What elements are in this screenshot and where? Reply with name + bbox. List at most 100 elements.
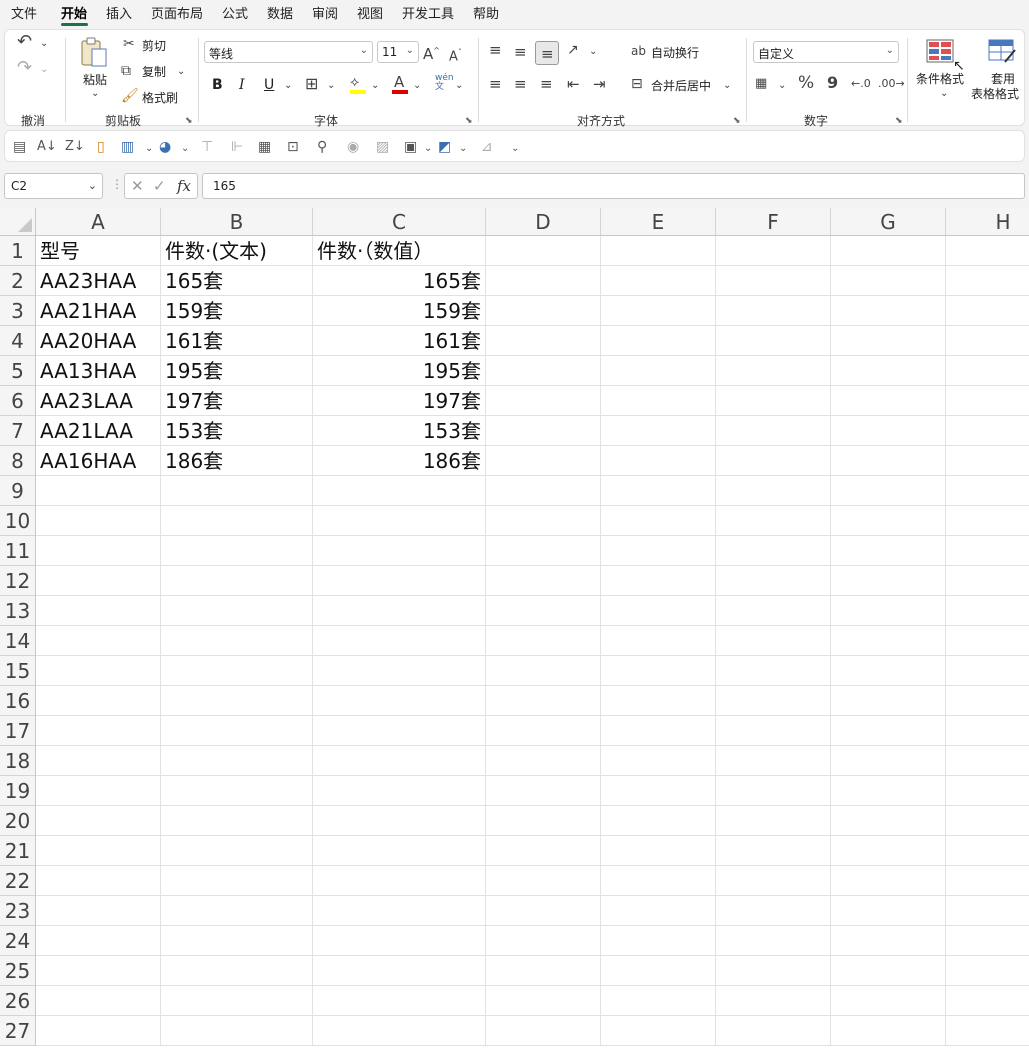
increase-indent-icon[interactable]: ⇥ bbox=[593, 76, 606, 92]
row-header[interactable]: 4 bbox=[0, 326, 36, 356]
cell-a3[interactable]: AA21HAA bbox=[36, 296, 161, 326]
cell-d27[interactable] bbox=[486, 1016, 601, 1046]
cell-h7[interactable] bbox=[946, 416, 1029, 446]
cell-e10[interactable] bbox=[601, 506, 716, 536]
paste-dropdown-icon[interactable]: ⌄ bbox=[91, 86, 99, 102]
cut-button[interactable]: 剪切 bbox=[142, 37, 166, 54]
row-header[interactable]: 24 bbox=[0, 926, 36, 956]
cell-e18[interactable] bbox=[601, 746, 716, 776]
cell-g9[interactable] bbox=[831, 476, 946, 506]
cell-b21[interactable] bbox=[161, 836, 313, 866]
cell-f16[interactable] bbox=[716, 686, 831, 716]
cell-b26[interactable] bbox=[161, 986, 313, 1016]
menu-page-layout[interactable]: 页面布局 bbox=[151, 3, 203, 22]
cell-h19[interactable] bbox=[946, 776, 1029, 806]
merge-center-icon[interactable]: ⊟ bbox=[631, 76, 643, 92]
shapes-dropdown-icon[interactable]: ⌄ bbox=[459, 142, 467, 156]
currency-icon[interactable]: ▦ bbox=[755, 76, 767, 92]
cell-e17[interactable] bbox=[601, 716, 716, 746]
copy-icon[interactable]: ⧉ bbox=[121, 63, 131, 79]
row-header[interactable]: 25 bbox=[0, 956, 36, 986]
cell-d9[interactable] bbox=[486, 476, 601, 506]
cell-h2[interactable] bbox=[946, 266, 1029, 296]
cell-g24[interactable] bbox=[831, 926, 946, 956]
cell-c9[interactable] bbox=[313, 476, 486, 506]
row-header[interactable]: 1 bbox=[0, 236, 36, 266]
cell-b4[interactable]: 161套 bbox=[161, 326, 313, 356]
conditional-format-icon[interactable] bbox=[925, 38, 955, 64]
cell-h14[interactable] bbox=[946, 626, 1029, 656]
increase-decimal-icon[interactable]: ←.0 bbox=[851, 76, 871, 92]
cell-h11[interactable] bbox=[946, 536, 1029, 566]
cell-g7[interactable] bbox=[831, 416, 946, 446]
column-header-f[interactable]: F bbox=[716, 208, 831, 236]
cell-g10[interactable] bbox=[831, 506, 946, 536]
italic-button[interactable]: I bbox=[239, 77, 245, 93]
cell-b27[interactable] bbox=[161, 1016, 313, 1046]
chart-dropdown-icon[interactable]: ⌄ bbox=[145, 142, 153, 156]
row-header[interactable]: 11 bbox=[0, 536, 36, 566]
cell-f23[interactable] bbox=[716, 896, 831, 926]
customize-toolbar-icon[interactable]: ⌄ bbox=[511, 142, 519, 156]
cell-f18[interactable] bbox=[716, 746, 831, 776]
cell-f24[interactable] bbox=[716, 926, 831, 956]
align-center-objects-icon[interactable]: ⊩ bbox=[231, 140, 243, 154]
cell-d13[interactable] bbox=[486, 596, 601, 626]
layout-icon[interactable]: ▣ bbox=[404, 140, 417, 154]
cell-d6[interactable] bbox=[486, 386, 601, 416]
merge-dropdown-icon[interactable]: ⌄ bbox=[723, 78, 731, 94]
font-name-select[interactable]: 等线 ⌄ bbox=[204, 41, 373, 63]
cell-e27[interactable] bbox=[601, 1016, 716, 1046]
row-header[interactable]: 8 bbox=[0, 446, 36, 476]
orientation-dropdown-icon[interactable]: ⌄ bbox=[589, 44, 597, 60]
cell-b13[interactable] bbox=[161, 596, 313, 626]
cell-e8[interactable] bbox=[601, 446, 716, 476]
cell-c19[interactable] bbox=[313, 776, 486, 806]
cell-a6[interactable]: AA23LAA bbox=[36, 386, 161, 416]
cell-g17[interactable] bbox=[831, 716, 946, 746]
borders-icon[interactable]: ⊞ bbox=[305, 76, 318, 92]
cell-g21[interactable] bbox=[831, 836, 946, 866]
cell-b6[interactable]: 197套 bbox=[161, 386, 313, 416]
cell-c17[interactable] bbox=[313, 716, 486, 746]
cell-g1[interactable] bbox=[831, 236, 946, 266]
paste-icon[interactable] bbox=[79, 36, 109, 68]
row-header[interactable]: 15 bbox=[0, 656, 36, 686]
cell-h27[interactable] bbox=[946, 1016, 1029, 1046]
cell-b1[interactable]: 件数·(文本) bbox=[161, 236, 313, 266]
cell-a25[interactable] bbox=[36, 956, 161, 986]
layout-dropdown-icon[interactable]: ⌄ bbox=[424, 142, 432, 156]
cell-h16[interactable] bbox=[946, 686, 1029, 716]
column-header-c[interactable]: C bbox=[313, 208, 486, 236]
cell-f2[interactable] bbox=[716, 266, 831, 296]
row-header[interactable]: 2 bbox=[0, 266, 36, 296]
underline-button[interactable]: U bbox=[264, 77, 274, 93]
cell-f27[interactable] bbox=[716, 1016, 831, 1046]
font-color-icon[interactable]: A bbox=[394, 74, 404, 90]
cut-icon[interactable]: ✂ bbox=[123, 36, 135, 52]
cell-g27[interactable] bbox=[831, 1016, 946, 1046]
chart-icon[interactable]: ▥ bbox=[121, 140, 134, 154]
cell-h15[interactable] bbox=[946, 656, 1029, 686]
undo-dropdown-icon[interactable]: ⌄ bbox=[40, 36, 48, 52]
cell-g23[interactable] bbox=[831, 896, 946, 926]
cell-a4[interactable]: AA20HAA bbox=[36, 326, 161, 356]
user-search-icon[interactable]: ⚲ bbox=[317, 140, 327, 154]
row-header[interactable]: 27 bbox=[0, 1016, 36, 1046]
cell-e15[interactable] bbox=[601, 656, 716, 686]
cell-d14[interactable] bbox=[486, 626, 601, 656]
cell-e7[interactable] bbox=[601, 416, 716, 446]
cell-c8[interactable]: 186套 bbox=[313, 446, 486, 476]
phonetic-icon[interactable]: wén 文 bbox=[435, 74, 454, 92]
cell-e12[interactable] bbox=[601, 566, 716, 596]
cell-e14[interactable] bbox=[601, 626, 716, 656]
cell-a7[interactable]: AA21LAA bbox=[36, 416, 161, 446]
copy-dropdown-icon[interactable]: ⌄ bbox=[177, 64, 185, 80]
menu-review[interactable]: 审阅 bbox=[312, 3, 338, 22]
cell-e21[interactable] bbox=[601, 836, 716, 866]
cell-c5[interactable]: 195套 bbox=[313, 356, 486, 386]
alignment-launcher-icon[interactable]: ⬊ bbox=[733, 116, 741, 126]
cell-c12[interactable] bbox=[313, 566, 486, 596]
cell-b16[interactable] bbox=[161, 686, 313, 716]
row-header[interactable]: 26 bbox=[0, 986, 36, 1016]
